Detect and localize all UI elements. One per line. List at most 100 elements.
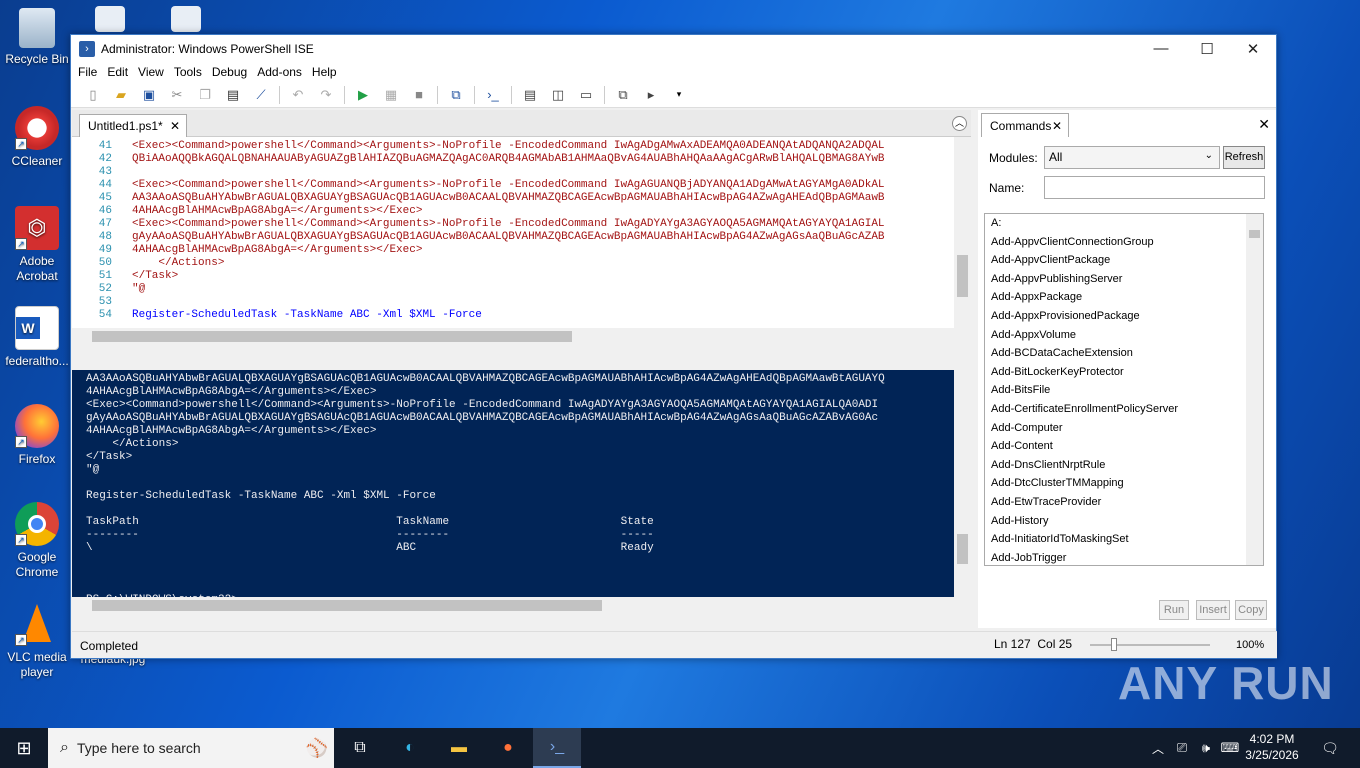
console-horizontal-scrollbar[interactable] <box>72 597 971 614</box>
command-list-item[interactable]: Add-BitLockerKeyProtector <box>985 363 1263 382</box>
paste-icon[interactable]: ▤ <box>224 86 242 104</box>
line-number: 47 <box>98 218 112 230</box>
copy-icon[interactable]: ❐ <box>196 86 214 104</box>
commands-list[interactable]: A: Add-AppvClientConnectionGroup Add-AppvC… <box>984 213 1264 566</box>
menu-tools[interactable]: Tools <box>169 65 207 79</box>
toolbar-separator <box>604 85 605 104</box>
command-list-item[interactable]: Add-AppvClientConnectionGroup <box>985 233 1263 252</box>
menu-edit[interactable]: Edit <box>102 65 133 79</box>
desktop-icon-ccleaner[interactable]: ↗ CCleaner <box>0 106 74 169</box>
command-list-item[interactable]: Add-Computer <box>985 419 1263 438</box>
run-script-icon[interactable]: ▶ <box>354 86 372 104</box>
editor-horizontal-scrollbar[interactable] <box>72 328 954 345</box>
run-selection-icon[interactable]: ▦ <box>382 86 400 104</box>
name-filter-input[interactable] <box>1044 176 1265 199</box>
desktop-icon-file-1[interactable] <box>88 6 132 36</box>
toolbar-overflow-icon[interactable]: ▾ <box>670 86 688 104</box>
menu-view[interactable]: View <box>133 65 169 79</box>
command-list-item[interactable]: A: <box>985 214 1263 233</box>
show-commands-icon[interactable]: ⧉ <box>614 86 632 104</box>
input-language-icon[interactable]: ⌨ <box>1218 728 1242 768</box>
taskbar-search-box[interactable]: ⌕ Type here to search ⚾ <box>48 728 334 768</box>
zoom-slider[interactable] <box>1090 638 1210 651</box>
desktop-icon-vlc[interactable]: ↗ VLC media player <box>0 602 74 680</box>
undo-icon[interactable]: ↶ <box>289 86 307 104</box>
powershell-ise-taskbar-icon[interactable]: ›_ <box>533 728 581 768</box>
desktop-icon-word-document[interactable]: W federaltho... <box>0 306 74 369</box>
editor-vertical-scrollbar[interactable] <box>954 137 971 345</box>
show-script-right-icon[interactable]: ◫ <box>549 86 567 104</box>
command-list-item[interactable]: Add-JobTrigger <box>985 549 1263 565</box>
command-list-item[interactable]: Add-BCDataCacheExtension <box>985 344 1263 363</box>
desktop-icon-firefox[interactable]: ↗ Firefox <box>0 404 74 467</box>
insert-button[interactable]: Insert <box>1196 600 1230 620</box>
command-list-item[interactable]: Add-History <box>985 512 1263 531</box>
command-list-item[interactable]: Add-EtwTraceProvider <box>985 493 1263 512</box>
command-list-item[interactable]: Add-BitsFile <box>985 381 1263 400</box>
command-list-item[interactable]: Add-Content <box>985 437 1263 456</box>
save-icon[interactable]: ▣ <box>140 86 158 104</box>
script-pane: Untitled1.ps1* ✕ ︿ 41 <Exec><Command>powe… <box>72 110 971 628</box>
refresh-button[interactable]: Refresh <box>1223 146 1265 169</box>
close-tab-icon[interactable]: ✕ <box>170 119 180 133</box>
show-script-top-icon[interactable]: ▤ <box>521 86 539 104</box>
command-list-item[interactable]: Add-AppvClientPackage <box>985 251 1263 270</box>
command-list-item[interactable]: Add-DnsClientNrptRule <box>985 456 1263 475</box>
firefox-taskbar-icon[interactable]: ● <box>484 728 532 768</box>
show-script-max-icon[interactable]: ▭ <box>577 86 595 104</box>
clock[interactable]: 4:02 PM 3/25/2026 <box>1244 731 1300 763</box>
copy-button[interactable]: Copy <box>1235 600 1267 620</box>
menu-debug[interactable]: Debug <box>207 65 252 79</box>
acrobat-icon: ⏣ ↗ <box>15 206 59 250</box>
tab-commands[interactable]: Commands ✕ <box>981 113 1069 137</box>
open-folder-icon[interactable]: ▰ <box>112 86 130 104</box>
task-view-icon[interactable]: ⧉ <box>336 728 384 768</box>
start-button[interactable]: ⊞ <box>0 728 48 768</box>
close-commands-tab-icon[interactable]: ✕ <box>1052 119 1062 133</box>
collapse-script-pane-icon[interactable]: ︿ <box>952 116 967 131</box>
menu-file[interactable]: File <box>73 65 102 79</box>
command-list-item[interactable]: Add-InitiatorIdToMaskingSet <box>985 530 1263 549</box>
command-list-item[interactable]: Add-AppxVolume <box>985 326 1263 345</box>
desktop-icon-file-2[interactable] <box>164 6 208 36</box>
remote-powershell-icon[interactable]: ⧉ <box>447 86 465 104</box>
script-editor[interactable]: 41 <Exec><Command>powershell</Command><Ar… <box>72 137 971 345</box>
show-command-addon-icon[interactable]: ▸ <box>642 86 660 104</box>
command-list-item[interactable]: Add-CertificateEnrollmentPolicyServer <box>985 400 1263 419</box>
notifications-icon[interactable]: 🗨 <box>1306 728 1354 768</box>
command-list-item[interactable]: Add-DtcClusterTMMapping <box>985 474 1263 493</box>
edge-icon[interactable]: ◐ <box>386 728 434 768</box>
commands-list-scrollbar[interactable] <box>1246 214 1263 565</box>
minimize-button[interactable]: — <box>1138 35 1184 62</box>
menu-addons[interactable]: Add-ons <box>252 65 307 79</box>
maximize-button[interactable]: ☐ <box>1184 35 1230 62</box>
show-hidden-icons[interactable]: ︿ <box>1146 728 1170 768</box>
toolbar-separator <box>344 85 345 104</box>
tab-untitled1[interactable]: Untitled1.ps1* ✕ <box>79 114 187 137</box>
file-icon <box>95 6 125 32</box>
file-explorer-icon[interactable]: ▬ <box>435 728 483 768</box>
command-list-item[interactable]: Add-AppxProvisionedPackage <box>985 307 1263 326</box>
start-powershell-icon[interactable]: ›_ <box>484 86 502 104</box>
stop-icon[interactable]: ■ <box>410 86 428 104</box>
clear-console-icon[interactable]: ⟋ <box>252 86 270 104</box>
command-list-item[interactable]: Add-AppvPublishingServer <box>985 270 1263 289</box>
volume-icon[interactable]: 🕪 <box>1194 728 1218 768</box>
code-line: </Actions> <box>132 257 225 269</box>
network-icon[interactable]: ⎚ <box>1170 728 1194 768</box>
desktop-icon-recycle-bin[interactable]: Recycle Bin <box>0 8 74 67</box>
modules-select[interactable]: All ⌄ <box>1044 146 1220 169</box>
run-button[interactable]: Run <box>1159 600 1189 620</box>
command-list-item[interactable]: Add-AppxPackage <box>985 288 1263 307</box>
redo-icon[interactable]: ↷ <box>317 86 335 104</box>
desktop-icon-adobe-acrobat[interactable]: ⏣ ↗ Adobe Acrobat <box>0 206 74 284</box>
zoom-slider-thumb[interactable] <box>1111 638 1117 651</box>
new-file-icon[interactable]: ▯ <box>84 86 102 104</box>
close-button[interactable]: ✕ <box>1230 35 1276 62</box>
cut-icon[interactable]: ✂ <box>168 86 186 104</box>
console-vertical-scrollbar[interactable] <box>954 370 971 597</box>
console-pane[interactable]: AA3AAoASQBuAHYAbwBrAGUALQBXAGUAYgBSAGUAc… <box>72 370 971 614</box>
close-commands-pane-icon[interactable]: ✕ <box>1258 116 1270 133</box>
menu-help[interactable]: Help <box>307 65 342 79</box>
desktop-icon-google-chrome[interactable]: ↗ Google Chrome <box>0 502 74 580</box>
